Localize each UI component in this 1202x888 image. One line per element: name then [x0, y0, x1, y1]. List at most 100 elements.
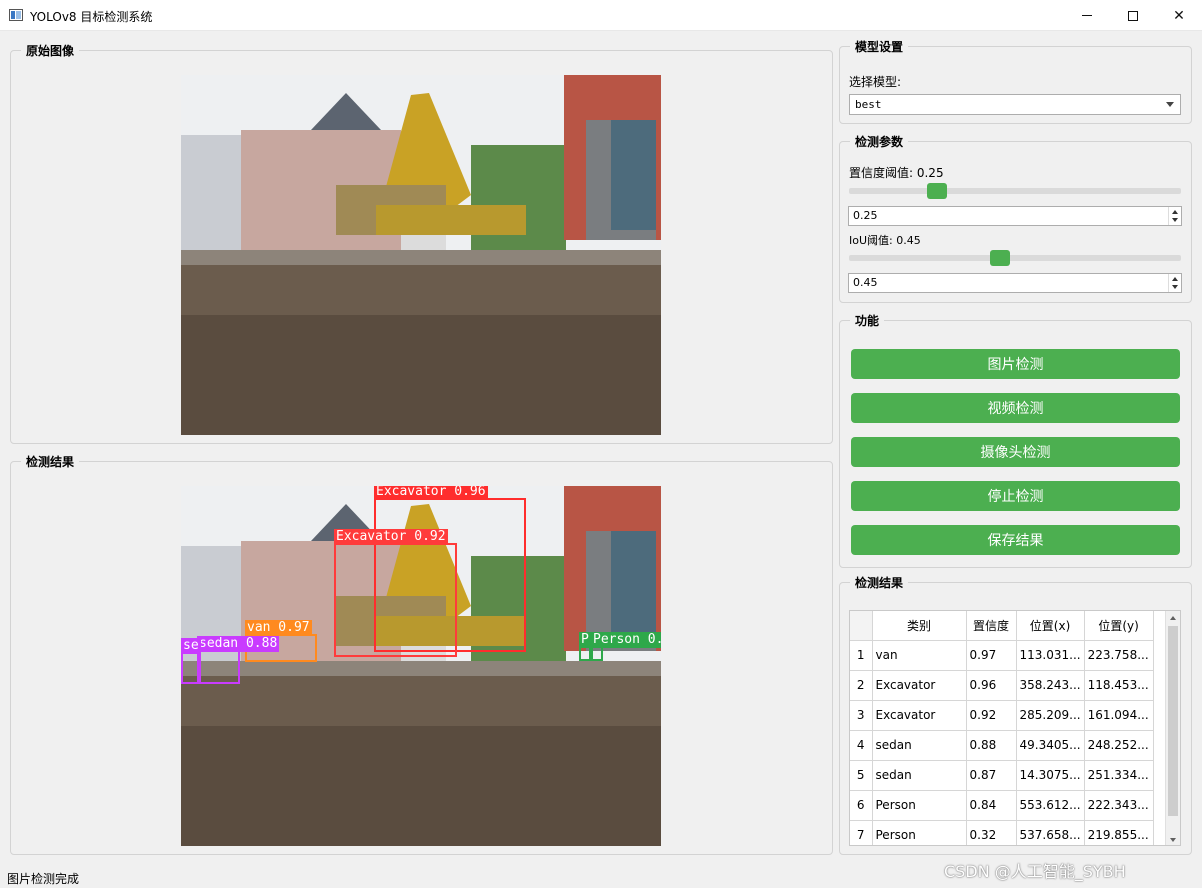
cell-pos-x: 14.3075... — [1016, 760, 1085, 791]
conf-threshold-label: 置信度阈值: 0.25 — [849, 166, 944, 180]
status-text: 图片检测完成 — [7, 872, 80, 886]
cell-pos-x: 49.3405... — [1016, 730, 1085, 761]
camera-detect-button[interactable]: 摄像头检测 — [851, 437, 1180, 467]
functions-title: 功能 — [850, 312, 885, 329]
cell-confidence: 0.92 — [966, 700, 1017, 731]
table-row[interactable]: 7 Person 0.32 537.658... 219.855... — [850, 820, 1154, 845]
cell-class: Excavator — [872, 700, 967, 731]
conf-slider-handle[interactable] — [927, 183, 947, 199]
cell-class: Person — [872, 820, 967, 845]
conf-slider[interactable] — [849, 183, 1181, 199]
cell-class: Person — [872, 790, 967, 821]
cell-pos-y: 161.094... — [1084, 700, 1154, 731]
cell-confidence: 0.97 — [966, 640, 1017, 671]
iou-slider-handle[interactable] — [990, 250, 1010, 266]
table-row[interactable]: 5 sedan 0.87 14.3075... 251.334... — [850, 760, 1154, 791]
results-table-title: 检测结果 — [850, 574, 909, 591]
results-grid: 类别 置信度 位置(x) 位置(y) 1 van 0.97 113.031...… — [850, 611, 1154, 845]
table-row[interactable]: 4 sedan 0.88 49.3405... 248.252... — [850, 730, 1154, 761]
cell-pos-y: 222.343... — [1084, 790, 1154, 821]
det-box-person-2: P — [579, 632, 591, 661]
det-box-sedan-1: sedan 0.88 — [197, 636, 280, 684]
row-number: 6 — [850, 790, 873, 821]
image-detect-button[interactable]: 图片检测 — [851, 349, 1180, 379]
cell-confidence: 0.88 — [966, 730, 1017, 761]
row-number: 1 — [850, 640, 873, 671]
cell-pos-x: 113.031... — [1016, 640, 1085, 671]
col-header-pos-x[interactable]: 位置(x) — [1016, 611, 1085, 641]
scene-original-svg — [181, 75, 661, 435]
results-table[interactable]: 类别 置信度 位置(x) 位置(y) 1 van 0.97 113.031...… — [849, 610, 1181, 846]
chevron-down-icon — [1166, 102, 1174, 107]
iou-spin-arrows[interactable] — [1168, 274, 1181, 292]
title-bar: YOLOv8 目标检测系统 ✕ — [0, 0, 1202, 31]
det-label-person-2: P — [579, 632, 591, 648]
window-title: YOLOv8 目标检测系统 — [30, 10, 153, 24]
spin-down-icon — [1172, 218, 1178, 222]
spin-up-icon — [1172, 210, 1178, 214]
cell-class: sedan — [872, 760, 967, 791]
table-corner-cell[interactable] — [850, 611, 873, 641]
iou-slider[interactable] — [849, 250, 1181, 266]
maximize-icon — [1128, 10, 1138, 21]
watermark: CSDN @人工智能_SYBH — [944, 862, 1126, 881]
table-scrollbar-thumb[interactable] — [1168, 626, 1178, 816]
original-image-title: 原始图像 — [21, 42, 80, 59]
maximize-button[interactable] — [1110, 0, 1156, 31]
detect-params-title: 检测参数 — [850, 133, 909, 150]
det-label-sedan-2: se — [181, 638, 201, 654]
table-row[interactable]: 6 Person 0.84 553.612... 222.343... — [850, 790, 1154, 821]
save-result-button[interactable]: 保存结果 — [851, 525, 1180, 555]
cell-pos-y: 251.334... — [1084, 760, 1154, 791]
scroll-down-icon[interactable] — [1170, 838, 1176, 842]
spin-up-icon — [1172, 277, 1178, 281]
conf-spin-arrows[interactable] — [1168, 207, 1181, 225]
scroll-up-icon[interactable] — [1170, 616, 1176, 620]
table-row[interactable]: 3 Excavator 0.92 285.209... 161.094... — [850, 700, 1154, 731]
cell-confidence: 0.87 — [966, 760, 1017, 791]
spin-down-icon — [1172, 285, 1178, 289]
row-number: 4 — [850, 730, 873, 761]
col-header-class[interactable]: 类别 — [872, 611, 967, 641]
det-label-van: van 0.97 — [245, 620, 312, 636]
det-label-excavator-1: Excavator 0.96 — [374, 486, 488, 500]
model-select[interactable]: best — [849, 94, 1181, 115]
row-number: 5 — [850, 760, 873, 791]
cell-class: van — [872, 640, 967, 671]
det-label-excavator-2: Excavator 0.92 — [334, 529, 448, 545]
cell-pos-x: 285.209... — [1016, 700, 1085, 731]
det-box-sedan-2: se — [181, 638, 201, 684]
row-number: 7 — [850, 820, 873, 845]
cell-pos-y: 223.758... — [1084, 640, 1154, 671]
cell-pos-x: 358.243... — [1016, 670, 1085, 701]
cell-pos-x: 553.612... — [1016, 790, 1085, 821]
stop-detect-button[interactable]: 停止检测 — [851, 481, 1180, 511]
det-box-excavator-2: Excavator 0.92 — [334, 529, 457, 657]
close-button[interactable]: ✕ — [1156, 0, 1202, 31]
cell-confidence: 0.84 — [966, 790, 1017, 821]
cell-class: Excavator — [872, 670, 967, 701]
det-box-person-1: Person 0.84 — [591, 632, 661, 661]
det-label-person-1: Person 0.84 — [591, 632, 661, 648]
model-select-value: best — [855, 98, 882, 111]
iou-spinbox-value: 0.45 — [853, 276, 878, 289]
row-number: 3 — [850, 700, 873, 731]
cell-pos-y: 118.453... — [1084, 670, 1154, 701]
conf-spinbox[interactable]: 0.25 — [848, 206, 1182, 226]
select-model-label: 选择模型: — [849, 75, 902, 89]
col-header-pos-y[interactable]: 位置(y) — [1084, 611, 1154, 641]
col-header-confidence[interactable]: 置信度 — [966, 611, 1017, 641]
table-header-row: 类别 置信度 位置(x) 位置(y) — [850, 611, 1154, 641]
cell-pos-y: 219.855... — [1084, 820, 1154, 845]
cell-confidence: 0.32 — [966, 820, 1017, 845]
video-detect-button[interactable]: 视频检测 — [851, 393, 1180, 423]
iou-spinbox[interactable]: 0.45 — [848, 273, 1182, 293]
cell-pos-y: 248.252... — [1084, 730, 1154, 761]
minimize-button[interactable] — [1064, 0, 1110, 31]
original-image — [181, 75, 661, 435]
table-scrollbar[interactable] — [1165, 611, 1180, 845]
table-row[interactable]: 2 Excavator 0.96 358.243... 118.453... — [850, 670, 1154, 701]
table-row[interactable]: 1 van 0.97 113.031... 223.758... — [850, 640, 1154, 671]
app-icon — [9, 9, 23, 21]
cell-pos-x: 537.658... — [1016, 820, 1085, 845]
